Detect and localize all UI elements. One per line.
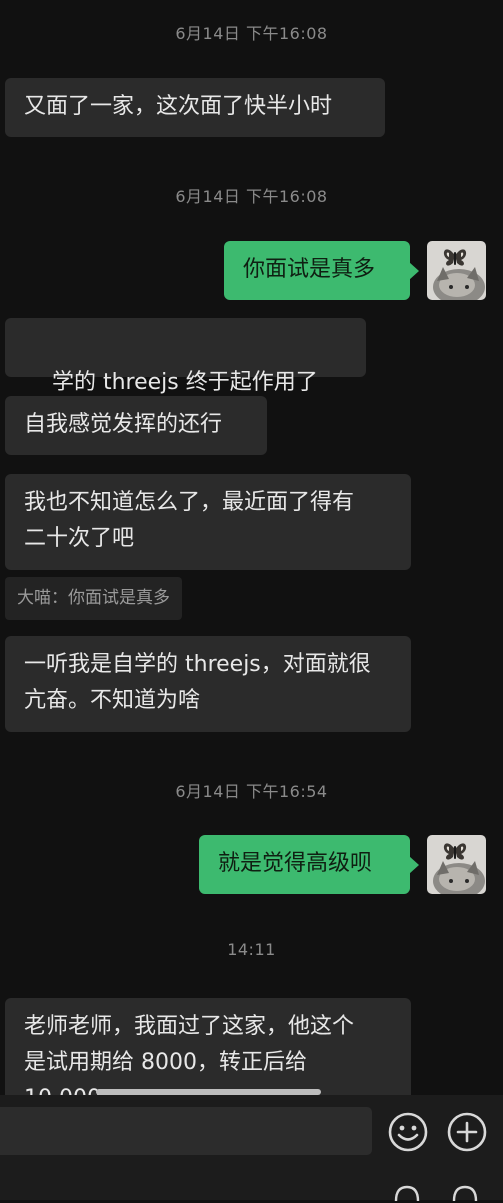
incoming-message[interactable]: 又面了一家，这次面了快半小时	[5, 78, 385, 137]
outgoing-message[interactable]: 你面试是真多	[224, 241, 419, 300]
incoming-message[interactable]: 学的 threejs 终于起作用了	[5, 318, 366, 431]
incoming-message[interactable]: 一听我是自学的 threejs，对面就很 亢奋。不知道为啥	[5, 636, 411, 732]
add-button[interactable]	[446, 1111, 488, 1153]
cat-butterfly-avatar-icon	[427, 835, 486, 894]
quoted-reply[interactable]: 大喵：你面试是真多	[5, 577, 182, 620]
incoming-message[interactable]: 自我感觉发挥的还行	[5, 396, 267, 455]
outgoing-message[interactable]: 就是觉得高级呗	[199, 835, 419, 894]
timestamp: 6月14日 下午16:54	[175, 782, 328, 801]
message-text: 学的 threejs 终于起作用了	[51, 370, 318, 395]
smiley-icon	[388, 1112, 428, 1152]
input-bar	[0, 1095, 503, 1202]
incoming-message[interactable]: 老师老师，我面过了这家，他这个 是试用期给 8000，转正后给 10,000	[5, 998, 411, 1095]
emoji-button[interactable]	[387, 1111, 429, 1153]
timestamp: 14:11	[227, 940, 276, 959]
plus-circle-icon	[447, 1112, 487, 1152]
plus-circle-icon-partial	[452, 1185, 478, 1202]
incoming-message[interactable]: 我也不知道怎么了，最近面了得有 二十次了吧	[5, 474, 411, 570]
timestamp: 6月14日 下午16:08	[175, 24, 328, 43]
chat-message-list[interactable]: 6月14日 下午16:08 又面了一家，这次面了快半小时 6月14日 下午16:…	[0, 0, 503, 1095]
message-input[interactable]	[0, 1107, 372, 1155]
user-avatar[interactable]	[427, 835, 486, 894]
user-avatar[interactable]	[427, 241, 486, 300]
timestamp: 6月14日 下午16:08	[175, 187, 328, 206]
cat-butterfly-avatar-icon	[427, 241, 486, 300]
smiley-icon-partial	[394, 1185, 420, 1202]
